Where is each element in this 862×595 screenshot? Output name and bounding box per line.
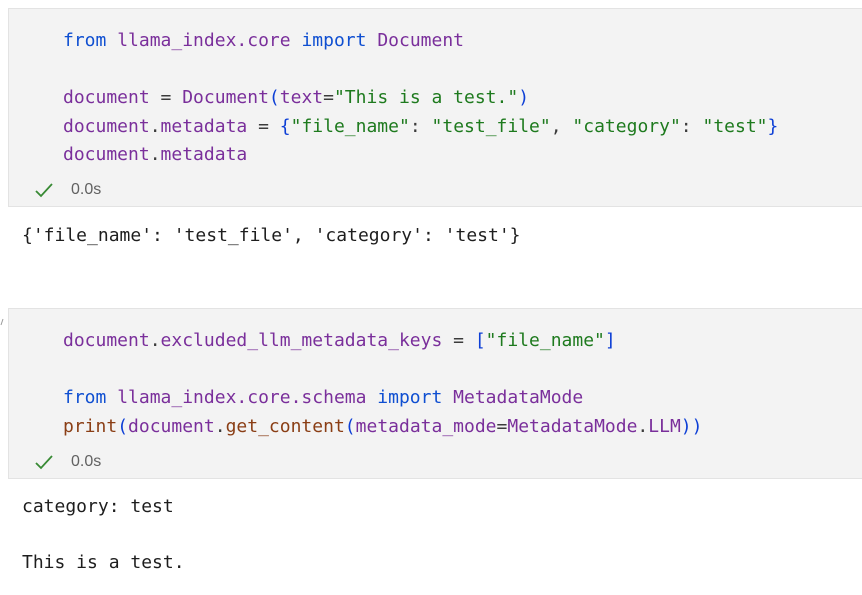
code-line[interactable]: print(document.get_content(metadata_mode… (63, 416, 702, 438)
cell-output-line: category: test (22, 496, 174, 517)
code-token: = (442, 330, 475, 351)
code-token: document (128, 416, 215, 437)
code-token: MetadataMode (453, 387, 584, 408)
code-token: . (637, 416, 649, 437)
code-token: ( (117, 416, 129, 437)
code-token: text (279, 87, 324, 108)
code-token: "file_name" (290, 116, 410, 137)
code-token: ] (604, 330, 616, 351)
code-token: : (409, 116, 432, 137)
code-line[interactable]: document.metadata = {"file_name": "test_… (63, 116, 778, 138)
code-token: . (149, 330, 161, 351)
code-token: llama_index.core (117, 30, 291, 51)
code-token: ( (344, 416, 356, 437)
code-token: . (149, 116, 161, 137)
code-token: metadata (160, 144, 248, 165)
code-token: : (680, 116, 703, 137)
checkmark-icon (35, 455, 53, 470)
code-cell-1[interactable]: from llama_index.core import Document do… (8, 8, 862, 207)
code-token: from (63, 30, 107, 51)
code-token: import (377, 387, 443, 408)
code-token: excluded_llm_metadata_keys (160, 330, 443, 351)
code-token: import (301, 30, 367, 51)
code-token: "test" (702, 116, 768, 137)
code-token: from (63, 387, 107, 408)
code-token: "test_file" (431, 116, 551, 137)
execution-status: 0.0s (33, 452, 101, 472)
code-token: = (149, 87, 183, 108)
code-token: "category" (572, 116, 681, 137)
code-token: . (149, 144, 161, 165)
code-token: metadata_mode (355, 416, 497, 437)
execution-time: 0.0s (71, 453, 102, 470)
code-token: = (247, 116, 280, 137)
code-line[interactable]: document = Document(text="This is a test… (63, 87, 529, 109)
code-token: document (63, 87, 150, 108)
code-token: "This is a test." (333, 87, 519, 108)
code-token: ( (268, 87, 280, 108)
checkmark-icon (35, 183, 53, 198)
code-token: } (767, 116, 779, 137)
notebook-page: from llama_index.core import Document do… (0, 0, 862, 595)
code-token: print (63, 416, 118, 437)
code-token: Document (182, 87, 269, 108)
code-token: = (323, 87, 334, 108)
cell-output-line: This is a test. (22, 552, 185, 573)
code-token: [ (474, 330, 486, 351)
code-line[interactable]: document.excluded_llm_metadata_keys = ["… (63, 330, 616, 352)
code-token: ) (518, 87, 530, 108)
code-line[interactable]: from llama_index.core.schema import Meta… (63, 387, 583, 409)
code-token: document (63, 330, 150, 351)
code-token: llama_index.core.schema (117, 387, 367, 408)
code-token: metadata (160, 116, 248, 137)
code-line[interactable]: document.metadata (63, 144, 247, 166)
code-token: )) (680, 416, 703, 437)
code-line[interactable]: from llama_index.core import Document (63, 30, 464, 52)
code-token: Document (377, 30, 465, 51)
code-token: LLM (648, 416, 681, 437)
code-token: MetadataMode (507, 416, 638, 437)
execution-status: 0.0s (33, 180, 101, 200)
code-token: = (496, 416, 508, 437)
code-token: document (63, 144, 150, 165)
code-cell-2[interactable]: document.excluded_llm_metadata_keys = ["… (8, 308, 862, 479)
code-token: "file_name" (485, 330, 605, 351)
code-token: . (214, 416, 226, 437)
code-token: , (550, 116, 573, 137)
execution-time: 0.0s (71, 181, 102, 198)
cell-focus-marker (0, 318, 4, 326)
code-token: { (279, 116, 291, 137)
code-token: document (63, 116, 150, 137)
cell-output-line: {'file_name': 'test_file', 'category': '… (22, 225, 521, 246)
code-token: get_content (225, 416, 345, 437)
